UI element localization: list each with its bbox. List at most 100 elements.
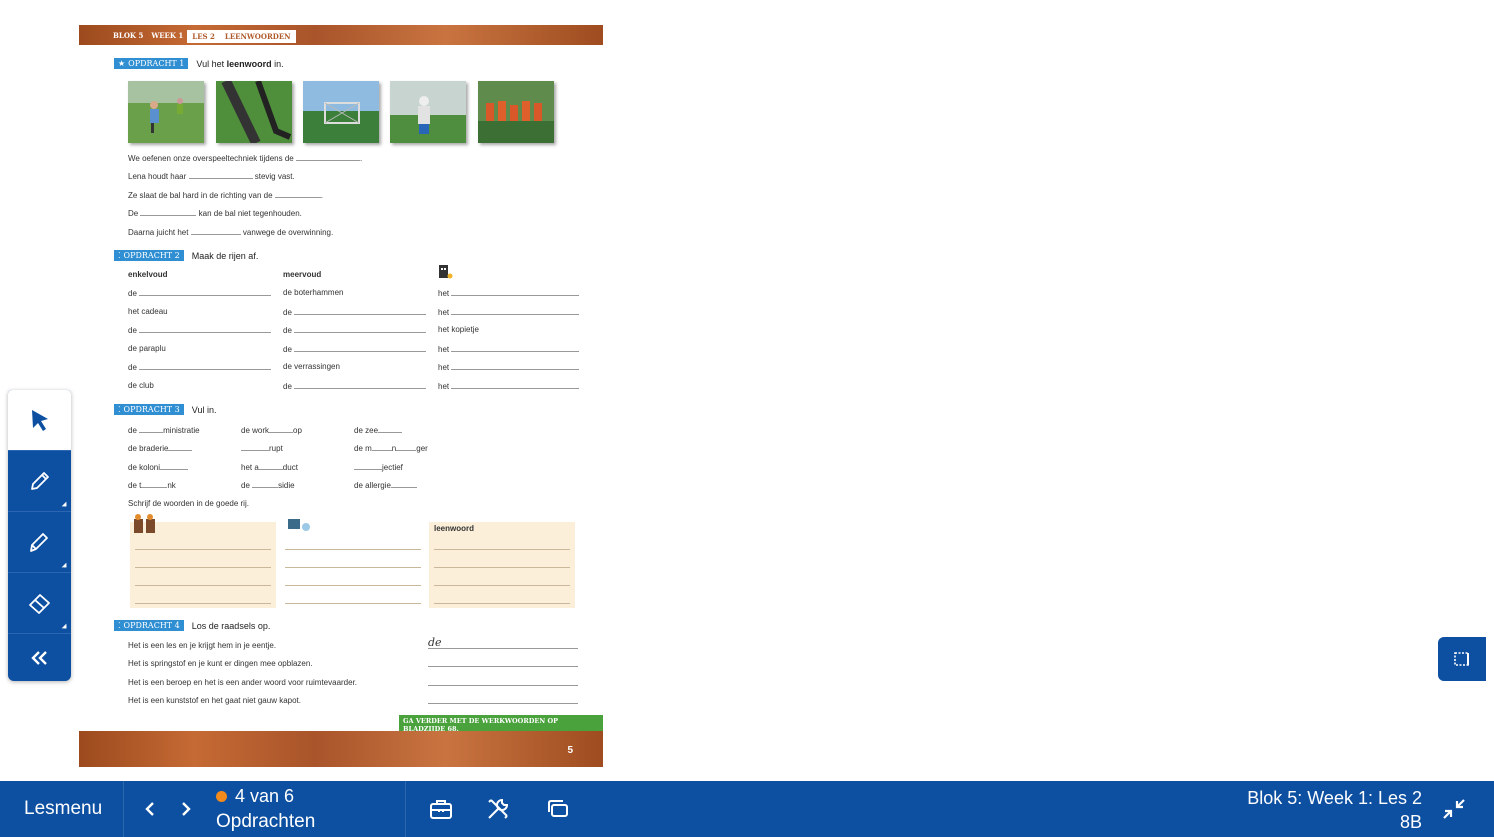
o2-blank[interactable]: [451, 381, 580, 389]
sort-column-2[interactable]: [280, 522, 426, 608]
wrench-screwdriver-icon: [488, 798, 509, 819]
o3-blank[interactable]: [390, 480, 417, 488]
o2-header-enkelvoud: enkelvoud: [128, 270, 168, 279]
o3-blank[interactable]: [269, 425, 294, 433]
o2-cell: de verrassingen: [283, 362, 340, 371]
bottom-banner: 5: [79, 731, 603, 767]
opdracht1-instruction-post: in.: [274, 58, 284, 69]
o3-blank[interactable]: [258, 462, 283, 470]
o1-sentence-5: Daarna juicht het vanwege de overwinning…: [128, 227, 334, 237]
o3-blank[interactable]: [168, 443, 193, 451]
o3-blank[interactable]: [139, 425, 164, 433]
o1-blank-3[interactable]: [274, 190, 321, 198]
o2-cell-text: het: [438, 344, 450, 354]
o2-blank[interactable]: [138, 325, 271, 333]
o2-cell-text: het: [438, 307, 450, 317]
opdracht1-heading: ★ OPDRACHT 1 Vul het leenwoord in.: [114, 58, 284, 69]
o2-blank[interactable]: [451, 288, 580, 296]
tools-button[interactable]: [485, 781, 511, 837]
windows-button[interactable]: [546, 781, 570, 837]
o2-cell-text: de verrassingen: [283, 362, 340, 371]
next-button[interactable]: [178, 781, 194, 837]
o2-cell: het: [438, 307, 580, 317]
o1-blank-5[interactable]: [190, 227, 241, 235]
o2-blank[interactable]: [451, 362, 580, 370]
selection-tool-button[interactable]: [1438, 637, 1486, 681]
o3-blank[interactable]: [378, 425, 403, 433]
exit-fullscreen-button[interactable]: [1440, 781, 1468, 837]
o3-blank[interactable]: [241, 443, 269, 451]
breadcrumb-blok: BLOK 5: [113, 31, 144, 40]
breadcrumb-week: WEEK 1: [151, 31, 184, 40]
o2-cell-text: de: [283, 381, 292, 391]
lesson-title: Blok 5: Week 1: Les 2: [1247, 788, 1422, 808]
o2-cell-text: de: [128, 363, 137, 372]
o2-cell-text: het: [438, 363, 450, 372]
lesmenu-button[interactable]: Lesmenu: [24, 781, 102, 837]
o1-blank-4[interactable]: [140, 208, 197, 216]
eraser-icon: [28, 594, 50, 614]
o2-cell: het kopietje: [438, 325, 479, 334]
o3-r3-c2: het a duct: [241, 462, 298, 472]
previous-button[interactable]: [142, 781, 158, 837]
o2-cell-text: het cadeau: [128, 306, 168, 316]
o2-blank[interactable]: [451, 307, 580, 315]
o3-blank[interactable]: [252, 480, 279, 488]
lesson-info: Blok 5: Week 1: Les 2 8B: [1247, 786, 1422, 834]
opdracht2-badge: ⁚ OPDRACHT 2: [114, 250, 184, 261]
o2-cell-text: de boterhammen: [283, 288, 344, 297]
opdracht3-heading: ⁚ OPDRACHT 3 Vul in.: [114, 404, 216, 415]
eraser-tool-button[interactable]: [8, 573, 71, 634]
photo-hockey-player: [128, 81, 204, 143]
o3-r3-c3: jectief: [354, 462, 403, 472]
riddle-answer-1[interactable]: de: [428, 636, 578, 649]
dots-icon: ⁚: [118, 621, 121, 630]
progress-indicator[interactable]: 4 van 6 Opdrachten: [216, 786, 315, 833]
o3-blank[interactable]: [141, 480, 168, 488]
o2-blank[interactable]: [293, 325, 426, 333]
riddle-2: Het is springstof en je kunt er dingen m…: [128, 659, 313, 668]
o3-blank[interactable]: [371, 443, 392, 451]
breadcrumb-topic: LEENWOORDEN: [219, 30, 296, 43]
o1-sentence-3: Ze slaat de bal hard in de richting van …: [128, 190, 323, 200]
o3-blank[interactable]: [354, 462, 382, 470]
riddle-answer-4[interactable]: [428, 691, 578, 704]
status-dot: [216, 791, 227, 802]
o1-blank-2[interactable]: [188, 171, 253, 179]
photo-hockey-stick: [216, 81, 292, 143]
photo-hockey-keeper: [390, 81, 466, 143]
collapse-toolbar-button[interactable]: [8, 634, 71, 681]
sort-column-3[interactable]: leenwoord: [429, 522, 575, 608]
o2-cell: de: [128, 325, 271, 335]
o3-r3-c1: de koloni: [128, 462, 189, 472]
photo-hockey-goal: [303, 81, 379, 143]
riddle-3: Het is een beroep en het is een ander wo…: [128, 678, 358, 687]
pen-tool-button[interactable]: [8, 451, 71, 512]
pointer-tool-button[interactable]: [8, 390, 71, 451]
o2-cell: het: [438, 344, 580, 354]
chevron-left-icon: [145, 802, 154, 816]
opdracht2-heading: ⁚ OPDRACHT 2 Maak de rijen af.: [114, 250, 258, 261]
o2-blank[interactable]: [138, 288, 271, 296]
riddle-answer-3[interactable]: [428, 673, 578, 686]
breadcrumb-les: LES 2: [187, 30, 220, 43]
group-label: 8B: [1399, 812, 1422, 832]
o2-blank[interactable]: [293, 381, 426, 389]
pointer-icon: [31, 410, 48, 431]
app: BLOK 5 WEEK 1 LES 2 LEENWOORDEN ★ OPDRACH…: [0, 0, 1494, 837]
o2-blank[interactable]: [138, 362, 271, 370]
o2-cell: het: [438, 362, 580, 372]
o2-blank[interactable]: [293, 307, 426, 315]
opdracht4-heading: ⁚ OPDRACHT 4 Los de raadsels op.: [114, 620, 270, 631]
riddle-answer-2[interactable]: [428, 654, 578, 667]
o2-blank[interactable]: [293, 344, 426, 352]
o1-blank-1[interactable]: [295, 153, 360, 161]
o3-blank[interactable]: [396, 443, 417, 451]
o2-blank[interactable]: [451, 344, 580, 352]
toolbox-icon: [430, 800, 452, 819]
highlighter-tool-button[interactable]: [8, 512, 71, 573]
o2-cell-text: de paraplu: [128, 343, 166, 353]
o3-blank[interactable]: [160, 462, 189, 470]
o2-cell: de boterhammen: [283, 288, 343, 297]
toolbox-button[interactable]: [429, 781, 453, 837]
